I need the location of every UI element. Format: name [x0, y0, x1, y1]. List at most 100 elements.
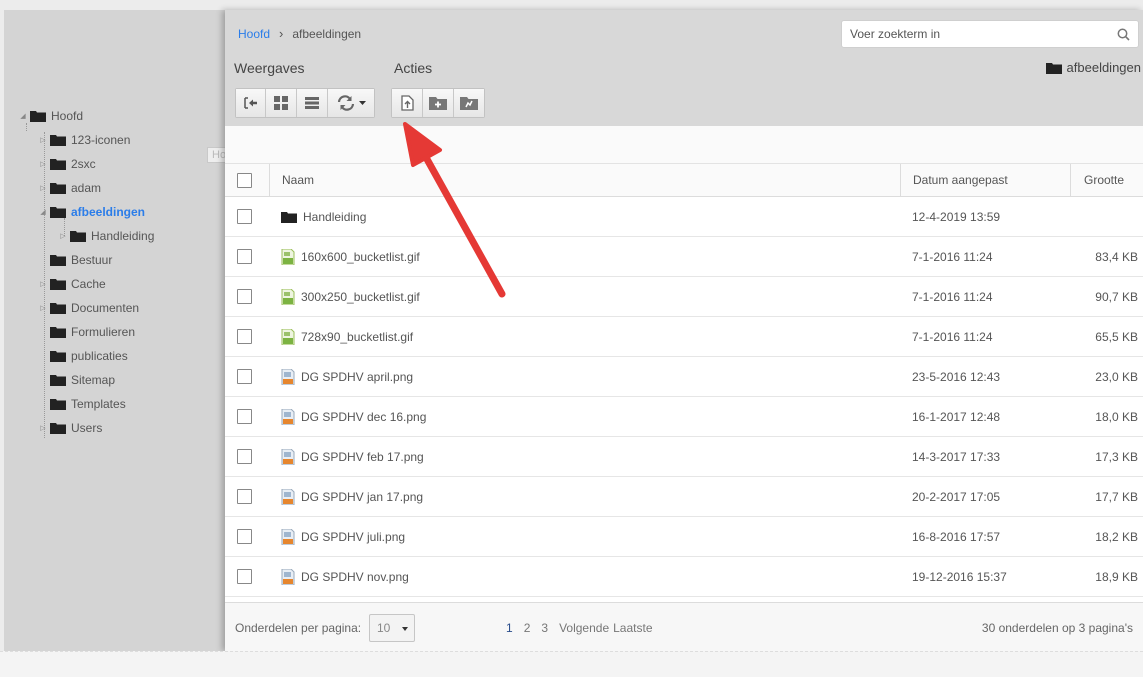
expand-icon[interactable]: ▷	[58, 232, 68, 240]
tree-node-cache[interactable]: ▷ Cache	[38, 275, 105, 293]
expand-icon[interactable]: ▷	[38, 424, 48, 432]
search-box[interactable]	[841, 20, 1139, 48]
refresh-icon	[337, 95, 355, 111]
file-name[interactable]: 728x90_bucketlist.gif	[301, 330, 413, 344]
table-row[interactable]: DG SPDHV dec 16.png 16-1-2017 12:48 18,0…	[225, 397, 1143, 437]
file-name[interactable]: DG SPDHV dec 16.png	[301, 410, 426, 424]
breadcrumb-home-link[interactable]: Hoofd	[238, 27, 270, 41]
file-name[interactable]: DG SPDHV feb 17.png	[301, 450, 424, 464]
search-input[interactable]	[850, 27, 1100, 41]
tree-node-sitemap[interactable]: Sitemap	[38, 371, 115, 389]
row-checkbox[interactable]	[237, 529, 252, 544]
tree-node-adam[interactable]: ▷ adam	[38, 179, 101, 197]
file-name[interactable]: DG SPDHV nov.png	[301, 570, 409, 584]
page-link-3[interactable]: 3	[541, 621, 548, 635]
expand-icon[interactable]: ▷	[38, 280, 48, 288]
sync-dropdown-button[interactable]	[328, 89, 374, 117]
collapse-left-icon	[243, 97, 257, 109]
folder-icon	[50, 135, 66, 146]
tree-node-bestuur[interactable]: Bestuur	[38, 251, 112, 269]
folder-icon	[50, 207, 66, 218]
folder-icon	[50, 183, 66, 194]
column-header-size[interactable]: Grootte	[1084, 173, 1124, 187]
expand-icon[interactable]: ▷	[38, 304, 48, 312]
current-folder-indicator: afbeeldingen	[1045, 60, 1141, 75]
folder-icon	[50, 159, 66, 170]
tree-node-handleiding[interactable]: ▷ Handleiding	[58, 227, 154, 245]
tree-node-publicaties[interactable]: publicaties	[38, 347, 128, 365]
chevron-right-icon: ›	[279, 26, 284, 41]
file-date: 23-5-2016 12:43	[912, 369, 1001, 384]
row-checkbox[interactable]	[237, 289, 252, 304]
table-row[interactable]: DG SPDHV nov.png 19-12-2016 15:37 18,9 K…	[225, 557, 1143, 597]
per-page-value: 10	[377, 621, 391, 635]
search-icon[interactable]	[1117, 28, 1130, 41]
list-view-button[interactable]	[297, 89, 328, 117]
tree-node-2sxc[interactable]: ▷ 2sxc	[38, 155, 95, 173]
table-row[interactable]: DG SPDHV juli.png 16-8-2016 17:57 18,2 K…	[225, 517, 1143, 557]
file-date: 12-4-2019 13:59	[912, 209, 1001, 224]
select-all-checkbox[interactable]	[237, 172, 252, 188]
table-row[interactable]: 160x600_bucketlist.gif 7-1-2016 11:24 83…	[225, 237, 1143, 277]
row-checkbox[interactable]	[237, 449, 252, 464]
tree-node-formulieren[interactable]: Formulieren	[38, 323, 135, 341]
row-checkbox[interactable]	[237, 209, 252, 224]
file-name[interactable]: 300x250_bucketlist.gif	[301, 290, 420, 304]
pager: Onderdelen per pagina: 10 1 2 3 Volgende…	[225, 602, 1143, 651]
tree-node-label: Formulieren	[71, 325, 136, 339]
expand-icon[interactable]: ▷	[38, 184, 48, 192]
file-name[interactable]: DG SPDHV april.png	[301, 370, 413, 384]
last-page-link[interactable]: Laatste	[613, 621, 652, 635]
upload-file-button[interactable]	[392, 89, 423, 117]
row-checkbox[interactable]	[237, 489, 252, 504]
collapse-icon[interactable]: ◢	[18, 112, 28, 120]
tree-node-label: Users	[71, 421, 103, 435]
file-size: 90,7 KB	[1095, 289, 1138, 304]
page-link-2[interactable]: 2	[524, 621, 531, 635]
pager-info: 30 onderdelen op 3 pagina's	[981, 621, 1133, 635]
grid-view-icon	[274, 96, 288, 110]
per-page-select[interactable]: 10	[369, 614, 415, 642]
next-page-link[interactable]: Volgende	[559, 621, 609, 635]
table-row[interactable]: DG SPDHV feb 17.png 14-3-2017 17:33 17,3…	[225, 437, 1143, 477]
folder-tree-panel: ◢ Hoofd ▷ 123-iconen ▷ 2sxc ▷ adam ◢ afb…	[4, 10, 225, 651]
expand-icon[interactable]: ▷	[38, 136, 48, 144]
table-row[interactable]: DG SPDHV april.png 23-5-2016 12:43 23,0 …	[225, 357, 1143, 397]
tree-node-123-iconen[interactable]: ▷ 123-iconen	[38, 131, 130, 149]
folder-icon	[30, 111, 46, 122]
tree-node-templates[interactable]: Templates	[38, 395, 126, 413]
table-row[interactable]: 300x250_bucketlist.gif 7-1-2016 11:24 90…	[225, 277, 1143, 317]
file-size: 18,9 KB	[1095, 569, 1138, 584]
column-header-name[interactable]: Naam	[282, 173, 314, 187]
folder-sync-icon	[460, 97, 478, 110]
row-checkbox[interactable]	[237, 249, 252, 264]
row-checkbox[interactable]	[237, 329, 252, 344]
file-name[interactable]: Handleiding	[303, 210, 366, 224]
folder-icon	[50, 327, 66, 338]
file-name[interactable]: DG SPDHV juli.png	[301, 530, 405, 544]
file-manager-main: Hoofd › afbeeldingen Weergaves Acties af…	[225, 10, 1143, 651]
tree-node-root[interactable]: ◢ Hoofd	[18, 107, 83, 125]
sync-folder-button[interactable]	[454, 89, 484, 117]
table-row[interactable]: Handleiding 12-4-2019 13:59	[225, 197, 1143, 237]
expand-icon[interactable]: ▷	[38, 160, 48, 168]
row-checkbox[interactable]	[237, 569, 252, 584]
thumbnail-view-button[interactable]	[266, 89, 297, 117]
collapse-panel-button[interactable]	[236, 89, 266, 117]
tree-node-afbeeldingen[interactable]: ◢ afbeeldingen	[38, 203, 145, 221]
file-date: 16-8-2016 17:57	[912, 529, 1001, 544]
column-header-date[interactable]: Datum aangepast	[913, 173, 1008, 187]
file-name[interactable]: 160x600_bucketlist.gif	[301, 250, 420, 264]
page-links: 1 2 3 Volgende Laatste	[506, 621, 664, 635]
table-row[interactable]: 728x90_bucketlist.gif 7-1-2016 11:24 65,…	[225, 317, 1143, 357]
new-folder-button[interactable]	[423, 89, 454, 117]
tree-node-users[interactable]: ▷ Users	[38, 419, 102, 437]
page-link-1[interactable]: 1	[506, 621, 513, 635]
add-folder-icon	[429, 97, 447, 110]
table-row[interactable]: DG SPDHV jan 17.png 20-2-2017 17:05 17,7…	[225, 477, 1143, 517]
row-checkbox[interactable]	[237, 409, 252, 424]
tree-node-documenten[interactable]: ▷ Documenten	[38, 299, 139, 317]
collapse-icon[interactable]: ◢	[38, 208, 48, 216]
row-checkbox[interactable]	[237, 369, 252, 384]
file-name[interactable]: DG SPDHV jan 17.png	[301, 490, 423, 504]
